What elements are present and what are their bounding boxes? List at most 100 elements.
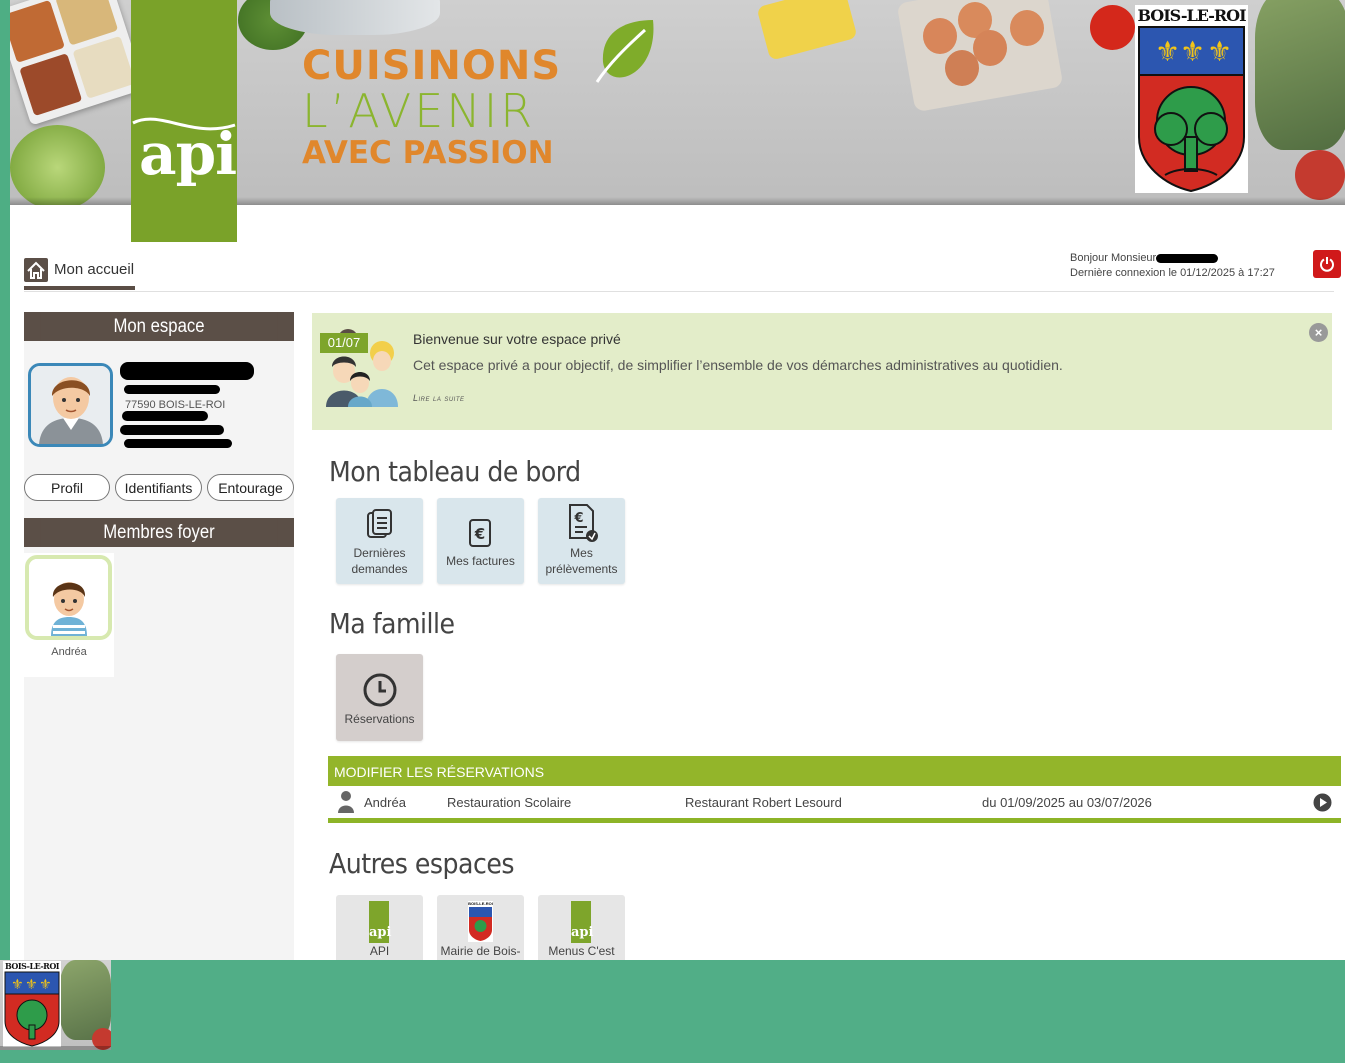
- space-tile-mairie[interactable]: BOIS-LE-ROI Mairie de Bois-: [437, 895, 524, 960]
- tile-label-line2: demandes: [351, 562, 408, 576]
- tile-label-line2: prélèvements: [545, 562, 618, 576]
- household-members-title: Membres foyer: [40, 518, 278, 547]
- man-avatar-icon: [31, 366, 110, 444]
- egg-image: [1010, 10, 1044, 46]
- mon-espace-header: Mon espace: [24, 312, 294, 341]
- welcome-body: Cet espace privé a pour objectif, de sim…: [413, 357, 1063, 373]
- profile-button[interactable]: Profil: [24, 474, 110, 501]
- child-avatar-icon: [29, 559, 108, 636]
- coat-of-arms-icon: ⚜ ⚜ ⚜: [4, 971, 60, 1047]
- bottom-thumbnail: BOIS-LE-ROI ⚜ ⚜ ⚜: [0, 960, 111, 1050]
- left-edge-stripe: [0, 0, 10, 960]
- play-circle-icon[interactable]: [1313, 793, 1332, 812]
- tile-my-invoices[interactable]: € Mes factures: [437, 498, 524, 584]
- radish-image: [92, 1028, 111, 1050]
- nav-home[interactable]: Mon accueil: [24, 250, 135, 290]
- tile-direct-debits[interactable]: € Mes prélèvements: [538, 498, 625, 584]
- tile-label-line1: Dernières: [353, 546, 406, 560]
- page: CUISINONS L’AVENIR AVEC PASSION BOIS-LE-…: [10, 0, 1345, 960]
- svg-text:⚜: ⚜: [1155, 35, 1180, 68]
- reservation-place: Restaurant Robert Lesourd: [685, 795, 842, 810]
- egg-image: [945, 50, 979, 86]
- member-card[interactable]: Andréa: [24, 553, 114, 677]
- clock-icon: [363, 673, 396, 707]
- crest-small-title: BOIS-LE-ROI: [4, 961, 60, 971]
- tomato-image: [1090, 5, 1135, 50]
- reservations-header: Modifier les réservations: [328, 756, 1341, 786]
- last-login: Dernière connexion le 01/12/2025 à 17:27: [1070, 267, 1275, 279]
- space-tile-label: Mairie de Bois-: [440, 944, 521, 958]
- reservations-panel: Modifier les réservations Andréa Restaur…: [328, 756, 1341, 823]
- member-avatar: [25, 555, 112, 640]
- space-tile-api[interactable]: api API: [336, 895, 423, 960]
- api-logo-small-text: api: [369, 925, 392, 940]
- sidebar: Mon espace 77590 BOIS-LE-ROI Profil Iden: [24, 312, 294, 960]
- reservation-child: Andréa: [364, 795, 406, 810]
- profile-avatar[interactable]: [28, 363, 113, 447]
- person-icon: [338, 791, 354, 813]
- profile-buttons: Profil Identifiants Entourage: [24, 474, 294, 501]
- mon-espace-title: Mon espace: [40, 312, 278, 341]
- egg-image: [923, 18, 957, 54]
- home-icon: [24, 258, 48, 282]
- svg-text:⚜: ⚜: [1207, 35, 1232, 68]
- api-logo: api: [131, 0, 237, 242]
- tile-label: Réservations: [344, 712, 415, 726]
- leaf-icon: [595, 20, 654, 83]
- direct-debit-icon: €: [568, 504, 598, 542]
- svg-text:€: €: [473, 525, 484, 543]
- family-title: Ma famille: [329, 607, 455, 640]
- documents-icon: [366, 509, 392, 538]
- power-icon: [1320, 257, 1334, 272]
- close-icon[interactable]: ×: [1309, 323, 1328, 342]
- slogan-line2: L’AVENIR: [302, 84, 536, 138]
- welcome-title: Bienvenue sur votre espace privé: [413, 331, 621, 347]
- api-logo-text: api: [139, 120, 237, 188]
- other-spaces-title: Autres espaces: [329, 847, 514, 880]
- entourage-button[interactable]: Entourage: [207, 474, 294, 501]
- member-name: Andréa: [51, 646, 87, 658]
- coat-of-arms-icon: ⚜ ⚜ ⚜: [1138, 26, 1245, 193]
- cabbage-image: [10, 125, 105, 205]
- mairie-logo-small: BOIS-LE-ROI: [468, 901, 493, 942]
- dashboard-title: Mon tableau de bord: [329, 455, 581, 488]
- egg-image: [973, 30, 1007, 66]
- svg-text:⚜: ⚜: [1180, 35, 1205, 68]
- space-tile-menus[interactable]: api Menus C'est: [538, 895, 625, 960]
- reservation-period: du 01/09/2025 au 03/07/2026: [982, 795, 1152, 810]
- slogan: CUISINONS L’AVENIR AVEC PASSION: [302, 44, 561, 172]
- tile-recent-requests[interactable]: Dernières demandes: [336, 498, 423, 584]
- api-logo-small-text: api: [571, 925, 594, 940]
- space-tile-label: Menus C'est: [548, 944, 615, 958]
- read-more-link[interactable]: Lire la suite: [413, 393, 465, 403]
- welcome-date-badge: 01/07: [320, 333, 368, 353]
- radish-image: [1295, 150, 1345, 200]
- bois-le-roi-crest-small: BOIS-LE-ROI ⚜ ⚜ ⚜: [3, 961, 61, 1047]
- reservation-row[interactable]: Andréa Restauration Scolaire Restaurant …: [328, 786, 1341, 818]
- api-logo-small: api: [369, 901, 392, 943]
- slogan-line1: CUISINONS: [302, 43, 562, 89]
- tile-reservations[interactable]: Réservations: [336, 654, 423, 741]
- redacted-name: [1156, 253, 1219, 263]
- fish-image: [270, 0, 440, 35]
- household-members-header: Membres foyer: [24, 518, 294, 547]
- crest-small-icon: [469, 907, 492, 941]
- logout-button[interactable]: [1313, 250, 1341, 278]
- space-tile-label: API: [369, 944, 390, 958]
- svg-text:⚜: ⚜: [39, 977, 52, 993]
- crest-title: BOIS-LE-ROI: [1137, 6, 1246, 25]
- invoice-euro-icon: €: [468, 519, 491, 547]
- postcode-city: 77590 BOIS-LE-ROI: [125, 399, 226, 411]
- svg-text:€: €: [573, 511, 583, 526]
- reservation-service: Restauration Scolaire: [447, 795, 572, 810]
- rosemary-image: [1255, 0, 1345, 150]
- top-bar: Mon accueil Bonjour Monsieur Dernière co…: [24, 242, 1341, 292]
- nav-home-label: Mon accueil: [54, 261, 135, 278]
- svg-text:⚜: ⚜: [25, 977, 38, 993]
- user-greeting: Bonjour Monsieur Dernière connexion le 0…: [1070, 251, 1275, 281]
- api-logo-small: api: [571, 901, 594, 943]
- cheese-image: [756, 0, 858, 61]
- credentials-button[interactable]: Identifiants: [115, 474, 202, 501]
- tile-label: Mes factures: [446, 554, 515, 568]
- tile-label-line1: Mes: [570, 546, 593, 560]
